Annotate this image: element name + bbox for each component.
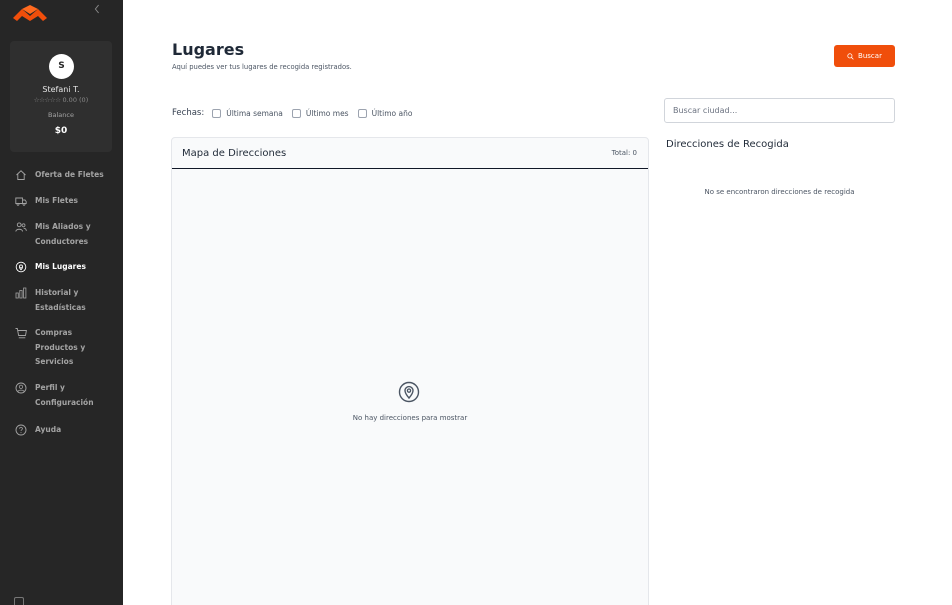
location-pin-icon <box>398 381 420 403</box>
avatar[interactable]: S <box>49 54 74 79</box>
logout-icon[interactable] <box>14 597 24 605</box>
sidebar: S Stefani T. ☆☆☆☆☆ 0.00 (0) Balance $0 O… <box>0 0 123 605</box>
sidebar-item-ayuda[interactable]: Ayuda <box>14 423 118 438</box>
filter-last-year[interactable]: Último año <box>357 108 413 118</box>
sidebar-item-label: Productos y <box>35 342 86 352</box>
sidebar-item-label: Conductores <box>35 236 89 246</box>
filter-last-month[interactable]: Último mes <box>291 108 349 118</box>
filter-option-label: Última semana <box>226 108 283 118</box>
chevron-left-icon <box>94 4 99 14</box>
sidebar-item-label: Mis Lugares <box>35 262 86 271</box>
sidebar-item-label: Oferta de Fletes <box>35 170 104 179</box>
checkbox[interactable] <box>212 108 222 118</box>
rating-value: 0.00 (0) <box>62 96 89 104</box>
balance-label: Balance <box>48 111 74 119</box>
sidebar-item-label: Historial y <box>35 288 79 297</box>
sidebar-item-historial[interactable]: Historial y Estadísticas <box>14 286 118 315</box>
sidebar-item-label: Ayuda <box>35 425 62 434</box>
search-button[interactable]: Buscar <box>834 45 895 67</box>
date-filters: Fechas: Última semana Último mes Último … <box>172 108 421 118</box>
map-title: Mapa de Direcciones <box>182 147 287 159</box>
page-title: Lugares <box>172 40 245 59</box>
search-icon <box>847 52 854 60</box>
filter-last-week[interactable]: Última semana <box>212 108 283 118</box>
filter-option-label: Último mes <box>305 108 349 118</box>
sidebar-item-compras[interactable]: Compras Productos y Servicios <box>14 326 118 370</box>
map-total-count: Total: 0 <box>611 149 637 157</box>
profile-name: Stefani T. <box>42 85 80 94</box>
rating-stars: ☆☆☆☆☆ <box>33 96 61 104</box>
collapse-sidebar-button[interactable] <box>93 3 105 17</box>
sidebar-item-label: Servicios <box>35 357 74 366</box>
sidebar-item-label: Perfil y <box>35 383 65 392</box>
user-circle-icon <box>14 381 28 395</box>
sidebar-item-label: Mis Fletes <box>35 196 79 205</box>
sidebar-item-label: Mis Aliados y <box>35 222 91 231</box>
filter-option-label: Último año <box>371 108 413 118</box>
city-search-input[interactable] <box>664 98 895 123</box>
help-icon <box>14 423 28 437</box>
balance-value: $0 <box>54 126 68 136</box>
truck-icon <box>14 194 28 208</box>
checkbox[interactable] <box>357 108 367 118</box>
logo-icon[interactable] <box>13 5 47 21</box>
users-icon <box>14 220 28 234</box>
directions-empty-message: No se encontraron direcciones de recogid… <box>704 188 855 196</box>
sidebar-item-label: Configuración <box>35 397 94 407</box>
home-icon <box>14 168 28 182</box>
profile-rating: ☆☆☆☆☆ 0.00 (0) <box>10 96 112 104</box>
sidebar-item-perfil[interactable]: Perfil y Configuración <box>14 381 118 410</box>
bar-chart-icon <box>14 286 28 300</box>
sidebar-item-label: Estadísticas <box>35 302 86 312</box>
sidebar-item-label: Compras <box>35 328 73 337</box>
search-button-label: Buscar <box>858 52 882 60</box>
sidebar-item-mis-fletes[interactable]: Mis Fletes <box>14 194 118 209</box>
map-empty-message: No hay direcciones para mostrar <box>352 414 468 422</box>
profile-card: S Stefani T. ☆☆☆☆☆ 0.00 (0) Balance $0 <box>10 41 112 152</box>
filter-label: Fechas: <box>172 108 205 118</box>
location-pin-icon <box>14 260 28 274</box>
page-subtitle: Aquí puedes ver tus lugares de recogida … <box>172 63 352 71</box>
sidebar-item-oferta-de-fletes[interactable]: Oferta de Fletes <box>14 168 118 183</box>
checkbox[interactable] <box>291 108 301 118</box>
cart-icon <box>14 326 28 340</box>
directions-title: Direcciones de Recogida <box>666 139 789 150</box>
sidebar-item-mis-aliados[interactable]: Mis Aliados y Conductores <box>14 220 118 249</box>
map-card: Mapa de Direcciones Total: 0 No hay dire… <box>171 137 649 605</box>
sidebar-item-mis-lugares[interactable]: Mis Lugares <box>14 260 118 275</box>
map-header: Mapa de Direcciones Total: 0 <box>172 138 648 169</box>
